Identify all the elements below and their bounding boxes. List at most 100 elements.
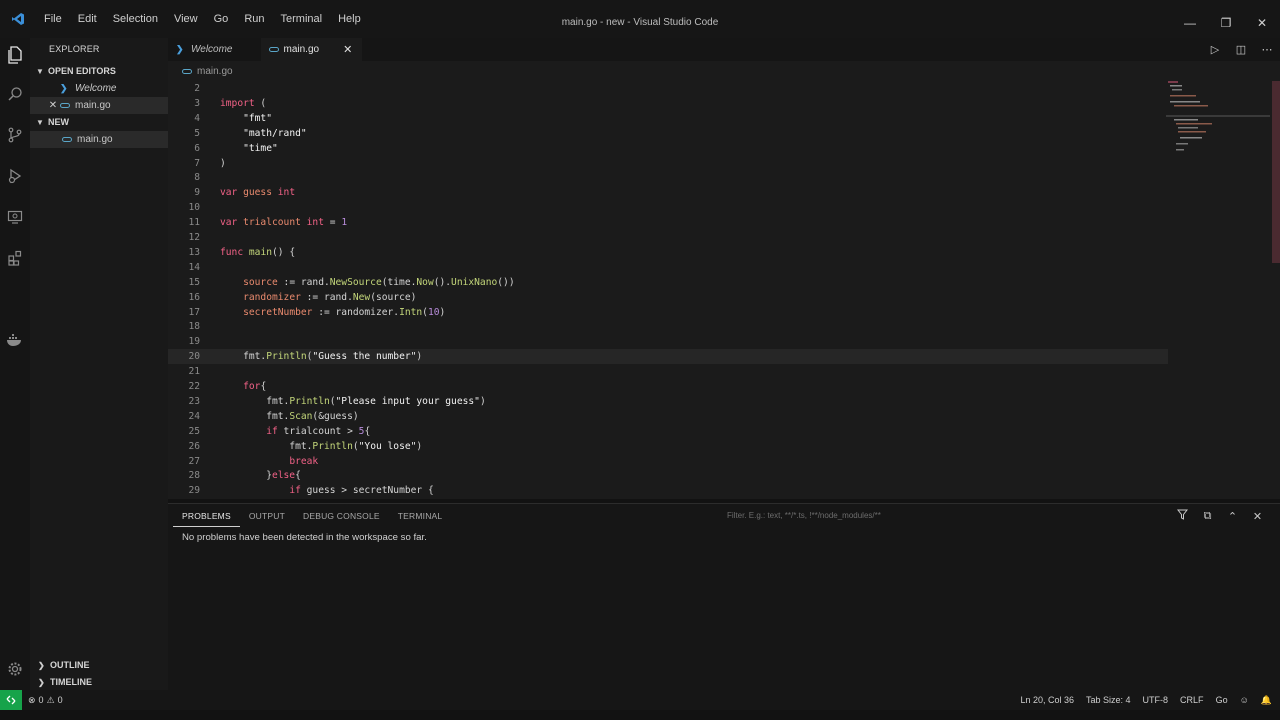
run-debug-icon[interactable] (0, 161, 30, 191)
settings-gear-icon[interactable] (0, 654, 30, 684)
code-line[interactable]: 25 if trialcount > 5{ (168, 424, 1168, 439)
language-mode[interactable]: Go (1216, 695, 1228, 705)
collapse-all-icon[interactable]: ⧉ (1195, 510, 1220, 523)
code-line[interactable]: 8 (168, 170, 1168, 185)
menu-help[interactable]: Help (330, 0, 369, 38)
tab-welcome[interactable]: ❯ Welcome (168, 38, 243, 61)
minimap[interactable] (1166, 81, 1270, 161)
tab-main-go[interactable]: main.go ✕ (260, 38, 363, 61)
open-editor-welcome[interactable]: ❯ Welcome (30, 80, 168, 97)
line-number: 13 (188, 246, 200, 258)
tab-terminal[interactable]: TERMINAL (389, 504, 452, 528)
warning-count: 0 (57, 695, 63, 705)
problems-filter-input[interactable]: Filter. E.g.: text, **/*.ts, !**/node_mo… (724, 509, 1164, 523)
split-editor-icon[interactable]: ◫ (1228, 43, 1254, 56)
line-ending[interactable]: CRLF (1180, 695, 1204, 705)
tab-problems[interactable]: PROBLEMS (173, 506, 240, 527)
line-number: 23 (188, 395, 200, 407)
code-line[interactable]: 10 (168, 200, 1168, 215)
explorer-icon[interactable] (0, 40, 30, 70)
code-line[interactable]: 22 for{ (168, 379, 1168, 394)
feedback-icon[interactable]: ☺ (1240, 695, 1249, 705)
code-line[interactable]: 28 }else{ (168, 468, 1168, 483)
code-line[interactable]: 24 fmt.Scan(&guess) (168, 409, 1168, 424)
code-line[interactable]: 15 source := rand.NewSource(time.Now().U… (168, 275, 1168, 290)
problems-status[interactable]: ⊗ 0 ⚠ 0 (28, 690, 63, 710)
code-line[interactable]: 18 (168, 319, 1168, 334)
code-line[interactable]: 20 fmt.Println("Guess the number") (168, 349, 1168, 365)
tab-output[interactable]: OUTPUT (240, 504, 294, 528)
open-editor-main-go[interactable]: ✕ main.go (30, 97, 168, 114)
code-line[interactable]: 16 randomizer := rand.New(source) (168, 290, 1168, 305)
menu-file[interactable]: File (36, 0, 70, 38)
remote-indicator-icon[interactable] (0, 690, 22, 710)
menu-terminal[interactable]: Terminal (273, 0, 331, 38)
code-line[interactable]: 13 func main() { (168, 245, 1168, 260)
docker-icon[interactable] (0, 325, 30, 355)
line-code: if trialcount > 5{ (266, 425, 371, 437)
code-editor[interactable]: 2 3 import (4 "fmt" 5 "math/rand" 6 "time" 7)… (168, 81, 1280, 499)
code-line[interactable]: 9 var guess int (168, 185, 1168, 200)
timeline-section[interactable]: ❯ TIMELINE (30, 674, 168, 691)
tab-debug-console[interactable]: DEBUG CONSOLE (294, 504, 389, 528)
code-line[interactable]: 17 secretNumber := randomizer.Intn(10) (168, 305, 1168, 320)
line-code: fmt.Println("You lose") (220, 440, 423, 452)
tab-label: Welcome (191, 44, 233, 55)
line-number: 6 (194, 142, 200, 154)
encoding[interactable]: UTF-8 (1143, 695, 1169, 705)
code-line[interactable]: 12 (168, 230, 1168, 245)
filter-icon[interactable] (1170, 509, 1195, 523)
menu-selection[interactable]: Selection (105, 0, 166, 38)
code-line[interactable]: 19 (168, 334, 1168, 349)
code-line[interactable]: 27 break (168, 454, 1168, 469)
open-editor-label: Welcome (75, 83, 117, 94)
menu-go[interactable]: Go (206, 0, 237, 38)
file-main-go[interactable]: main.go (30, 131, 168, 148)
folder-new-section[interactable]: ▼ NEW (30, 114, 168, 131)
problems-message: No problems have been detected in the wo… (182, 532, 427, 543)
line-number: 10 (188, 202, 200, 214)
breadcrumb-file[interactable]: main.go (197, 66, 233, 77)
close-icon[interactable]: ✕ (343, 43, 352, 56)
code-line[interactable]: 6 "time" (168, 141, 1168, 156)
code-line[interactable]: 26 fmt.Println("You lose") (168, 439, 1168, 454)
close-icon[interactable]: ✕ (46, 97, 60, 114)
chevron-right-icon: ❯ (38, 661, 45, 670)
panel-actions: ⧉ ⌃ ✕ (1170, 507, 1270, 525)
code-line[interactable]: 14 (168, 260, 1168, 275)
line-number: 15 (188, 276, 200, 288)
tab-size[interactable]: Tab Size: 4 (1086, 695, 1131, 705)
vscode-file-icon: ❯ (60, 83, 68, 93)
line-number: 27 (188, 455, 200, 467)
outline-section[interactable]: ❯ OUTLINE (30, 657, 168, 674)
menu-run[interactable]: Run (236, 0, 272, 38)
search-icon[interactable] (0, 79, 30, 109)
code-line[interactable]: 5 "math/rand" (168, 126, 1168, 141)
source-control-icon[interactable] (0, 120, 30, 150)
go-file-icon (182, 68, 192, 74)
go-file-icon (60, 103, 70, 108)
code-line[interactable]: 7) (168, 156, 1168, 171)
notifications-icon[interactable]: 🔔 (1261, 695, 1272, 706)
code-line[interactable]: 23 fmt.Println("Please input your guess"… (168, 394, 1168, 409)
extensions-icon[interactable] (0, 243, 30, 273)
close-panel-icon[interactable]: ✕ (1245, 510, 1270, 523)
open-editors-section[interactable]: ▼ OPEN EDITORS (30, 63, 168, 80)
run-icon[interactable]: ▷ (1202, 43, 1228, 56)
code-line[interactable]: 21 (168, 364, 1168, 379)
code-line[interactable]: 3 import ( (168, 96, 1168, 111)
maximize-panel-icon[interactable]: ⌃ (1220, 510, 1245, 523)
remote-explorer-icon[interactable] (0, 202, 30, 232)
code-line[interactable]: 11 var trialcount int = 1 (168, 215, 1168, 230)
line-code: source := rand.NewSource(time.Now().Unix… (243, 276, 515, 288)
menu-edit[interactable]: Edit (70, 0, 105, 38)
code-line[interactable]: 29 if guess > secretNumber { (168, 483, 1168, 498)
more-actions-icon[interactable]: ⋯ (1254, 43, 1280, 56)
go-file-icon (62, 137, 72, 142)
chevron-right-icon: ❯ (38, 678, 45, 687)
code-line[interactable]: 4 "fmt" (168, 111, 1168, 126)
code-line[interactable]: 2 (168, 81, 1168, 96)
cursor-position[interactable]: Ln 20, Col 36 (1020, 695, 1074, 705)
editor-scrollbar[interactable] (1272, 81, 1280, 263)
menu-view[interactable]: View (166, 0, 206, 38)
